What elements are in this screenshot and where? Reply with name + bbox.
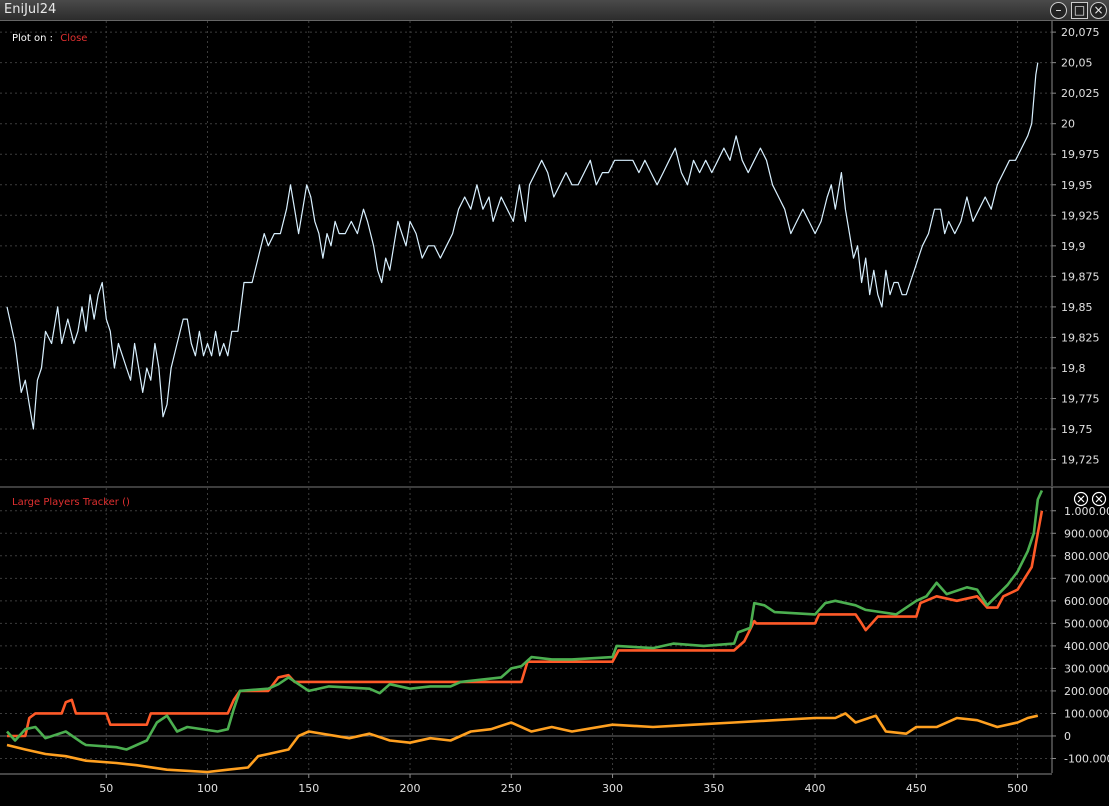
price-axis: 19,725 19,75 19,775 19,8 19,825 19,85 19,875 19…	[1052, 26, 1100, 467]
y-tick-label: 19,95	[1061, 179, 1093, 192]
y-tick-label: 800.000	[1064, 550, 1109, 563]
maximize-icon[interactable]: □	[1071, 2, 1088, 19]
x-axis: 50 100 150 200 250 300 350 400 450 500	[99, 774, 1028, 795]
indicator-series-line	[6, 489, 1044, 751]
y-tick-label: 0	[1064, 730, 1071, 743]
x-tick-label: 450	[906, 782, 927, 795]
indicator-series-line	[6, 712, 1039, 774]
y-tick-label: 600.000	[1064, 595, 1109, 608]
plot-on-label: Plot on : Close	[12, 33, 87, 44]
y-tick-label: 19,725	[1061, 454, 1100, 467]
chart-area: 19,725 19,75 19,775 19,8 19,825 19,85 19,875 19…	[0, 21, 1109, 795]
y-tick-label: 100.000	[1064, 707, 1109, 720]
indicator-label: Large Players Tracker ()	[12, 497, 130, 508]
y-tick-label: 19,975	[1061, 148, 1100, 161]
indicator-axis: -100.000 0 100.000 200.000 300.000 400.000 500…	[1052, 505, 1109, 765]
minimize-icon[interactable]: –	[1050, 2, 1067, 19]
plot-on-value: Close	[60, 33, 87, 44]
y-tick-label: 20,075	[1061, 26, 1100, 39]
title-bar: EniJul24 – □ ×	[0, 0, 1109, 21]
y-tick-label: 19,8	[1061, 362, 1086, 375]
x-tick-label: 150	[298, 782, 319, 795]
x-tick-label: 500	[1007, 782, 1028, 795]
y-tick-label: 19,9	[1061, 240, 1086, 253]
y-tick-label: 500.000	[1064, 617, 1109, 630]
y-tick-label: 19,875	[1061, 270, 1100, 283]
x-tick-label: 100	[197, 782, 218, 795]
close-circle-icon[interactable]	[1073, 491, 1089, 507]
indicator-close-buttons	[1073, 491, 1107, 507]
y-tick-label: 19,925	[1061, 209, 1100, 222]
x-tick-label: 300	[602, 782, 623, 795]
y-tick-label: 700.000	[1064, 572, 1109, 585]
x-tick-label: 50	[99, 782, 113, 795]
y-tick-label: 20,025	[1061, 87, 1100, 100]
close-icon[interactable]: ×	[1090, 2, 1107, 19]
y-tick-label: 20	[1061, 118, 1075, 131]
top-grid	[0, 21, 1052, 486]
y-tick-label: 900.000	[1064, 527, 1109, 540]
close-circle-icon[interactable]	[1091, 491, 1107, 507]
y-tick-label: 300.000	[1064, 662, 1109, 675]
x-tick-label: 250	[501, 782, 522, 795]
plot-on-prefix: Plot on :	[12, 33, 53, 44]
x-tick-label: 400	[805, 782, 826, 795]
y-tick-label: -100.000	[1064, 752, 1109, 765]
y-tick-label: 400.000	[1064, 640, 1109, 653]
window-title: EniJul24	[4, 2, 57, 17]
x-tick-label: 200	[400, 782, 421, 795]
indicator-plot	[6, 489, 1044, 774]
y-tick-label: 20,05	[1061, 57, 1093, 70]
y-tick-label: 19,825	[1061, 331, 1100, 344]
y-tick-label: 200.000	[1064, 685, 1109, 698]
y-tick-label: 1.000.000	[1064, 505, 1109, 518]
y-tick-label: 19,775	[1061, 393, 1100, 406]
x-tick-label: 350	[703, 782, 724, 795]
y-tick-label: 19,75	[1061, 423, 1093, 436]
y-tick-label: 19,85	[1061, 301, 1093, 314]
